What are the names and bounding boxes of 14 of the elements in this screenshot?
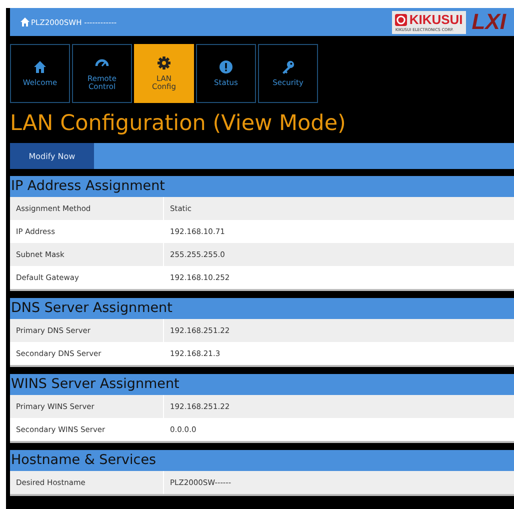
- section-header: Hostname & Services: [10, 450, 514, 471]
- section-header: DNS Server Assignment: [10, 298, 514, 319]
- section-header: WINS Server Assignment: [10, 374, 514, 395]
- alert-icon: [219, 60, 233, 74]
- home-icon: [20, 17, 30, 27]
- page-title: LAN Configuration (View Mode): [10, 110, 347, 138]
- gear-icon: [157, 56, 171, 70]
- section-header: IP Address Assignment: [10, 176, 514, 197]
- lxi-logo: LXI: [472, 10, 506, 34]
- logo-mark-icon: [395, 14, 408, 26]
- key-icon: [281, 60, 295, 74]
- home-icon: [33, 60, 47, 74]
- brand-name: KIKUSUI: [409, 12, 463, 26]
- modify-button[interactable]: Modify Now: [10, 143, 94, 169]
